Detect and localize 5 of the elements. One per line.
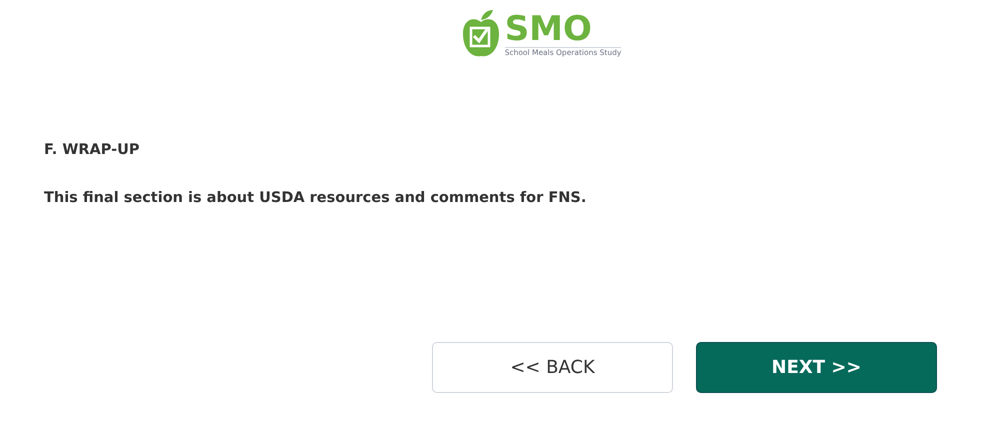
section-heading: F. WRAP-UP [44,141,141,160]
section-description: This final section is about USDA resources and comments for FNS. [44,188,588,208]
next-button[interactable]: NEXT >> [696,342,937,392]
back-button[interactable]: << BACK [432,342,673,392]
logo-title: SMO [504,10,593,46]
